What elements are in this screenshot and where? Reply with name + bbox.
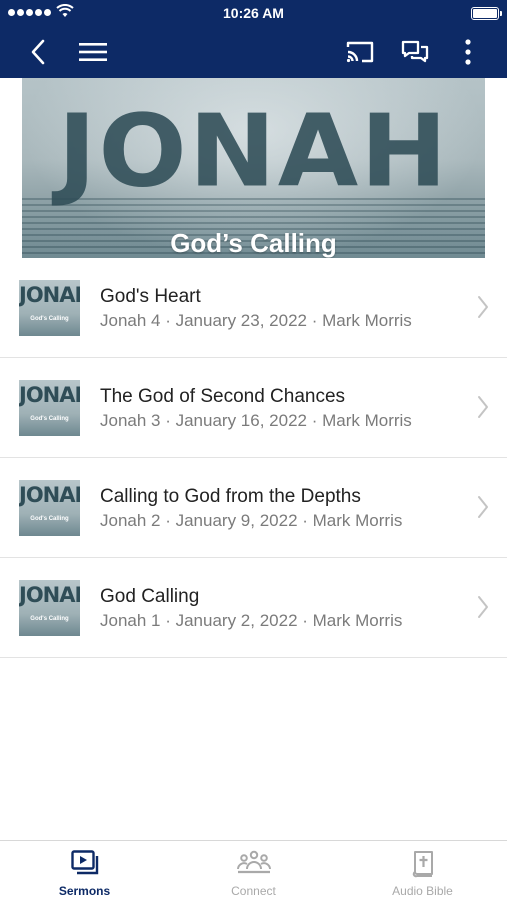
sermon-thumbnail: JONAH God's Calling <box>19 480 80 536</box>
sermon-title: God Calling <box>100 586 200 607</box>
tab-audio-bible[interactable]: Audio Bible <box>338 841 507 901</box>
banner-subtitle: God’s Calling <box>170 228 337 258</box>
chevron-right-icon <box>478 296 488 318</box>
sermon-list: JONAH God's Calling God's Heart Jonah 4 … <box>0 258 507 658</box>
tab-sermons[interactable]: Sermons <box>0 841 169 901</box>
sermon-thumbnail: JONAH God's Calling <box>19 380 80 436</box>
more-options-button[interactable] <box>448 32 488 72</box>
series-banner-image: JONAH God’s Calling <box>22 78 485 258</box>
nav-bar <box>0 26 507 78</box>
bible-icon <box>412 851 433 878</box>
banner-title: JONAH <box>57 92 450 210</box>
cast-icon <box>346 41 374 63</box>
cast-button[interactable] <box>340 32 380 72</box>
chevron-right-icon <box>478 596 488 618</box>
sermon-thumbnail: JONAH God's Calling <box>19 580 80 636</box>
sermon-title: God's Heart <box>100 286 201 307</box>
sermon-details: Jonah 3 · January 16, 2022 · Mark Morris <box>100 411 412 430</box>
sermon-thumbnail: JONAH God's Calling <box>19 280 80 336</box>
sermon-row[interactable]: JONAH God's Calling The God of Second Ch… <box>0 358 507 458</box>
menu-button[interactable] <box>73 32 113 72</box>
chevron-left-icon <box>31 39 45 65</box>
chat-icon <box>401 40 429 63</box>
chat-button[interactable] <box>395 32 435 72</box>
chevron-right-icon <box>478 496 488 518</box>
more-vertical-icon <box>465 39 471 65</box>
sermon-title: Calling to God from the Depths <box>100 486 361 507</box>
status-time: 10:26 AM <box>223 5 284 21</box>
back-button[interactable] <box>18 32 58 72</box>
tab-audio-bible-label: Audio Bible <box>392 884 453 898</box>
people-icon <box>236 850 271 874</box>
sermon-details: Jonah 1 · January 2, 2022 · Mark Morris <box>100 611 403 630</box>
sermons-play-icon <box>70 850 98 875</box>
sermon-row[interactable]: JONAH God's Calling God's Heart Jonah 4 … <box>0 258 507 358</box>
status-bar: 10:26 AM <box>0 0 507 26</box>
sermon-title: The God of Second Chances <box>100 386 346 407</box>
tab-connect-label: Connect <box>231 884 276 898</box>
tab-bar: Sermons Connect Audio Bible <box>0 840 507 900</box>
sermon-row[interactable]: JONAH God's Calling Calling to God from … <box>0 458 507 558</box>
battery-icon <box>471 7 502 20</box>
sermon-details: Jonah 2 · January 9, 2022 · Mark Morris <box>100 511 403 530</box>
chevron-right-icon <box>478 396 488 418</box>
tab-sermons-label: Sermons <box>58 884 111 898</box>
sermon-details: Jonah 4 · January 23, 2022 · Mark Morris <box>100 311 412 330</box>
sermon-row[interactable]: JONAH God's Calling God Calling Jonah 1 … <box>0 558 507 658</box>
tab-connect[interactable]: Connect <box>169 841 338 901</box>
hamburger-menu-icon <box>79 43 107 61</box>
